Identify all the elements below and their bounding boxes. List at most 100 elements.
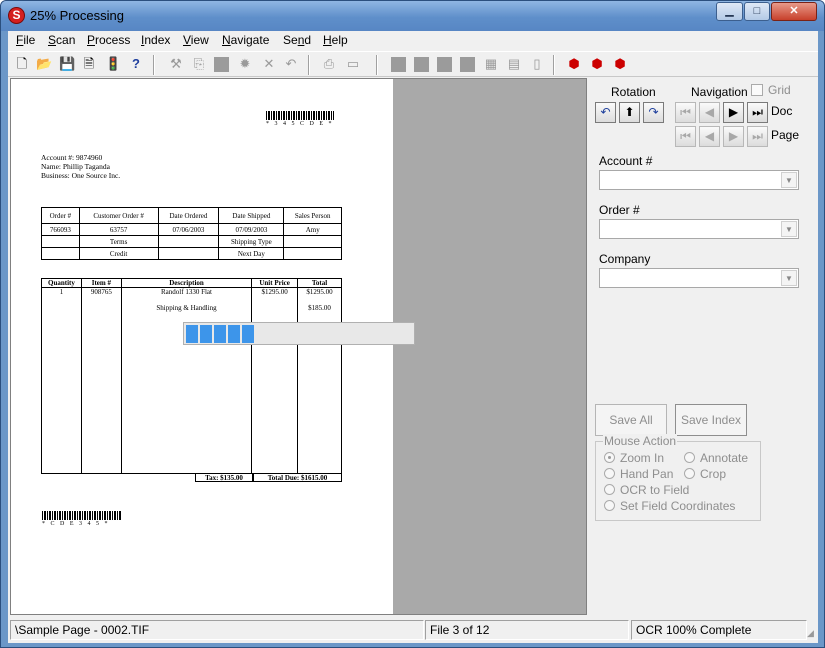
- doc-last-button[interactable]: ⏭: [747, 102, 768, 123]
- title-bar[interactable]: S 25% Processing ▁ □ ✕: [1, 1, 824, 31]
- menu-help[interactable]: Help: [323, 33, 348, 47]
- menu-process[interactable]: Process: [87, 33, 130, 47]
- radio-annotate[interactable]: Annotate: [684, 451, 748, 465]
- document-page: * 3 4 5 C D E * Account #: 9874960 Name:…: [11, 79, 415, 614]
- menu-index[interactable]: Index: [141, 33, 170, 47]
- list-view-icon[interactable]: ▤: [506, 56, 522, 72]
- properties-icon[interactable]: 🗎: [81, 56, 97, 72]
- cell: 766093: [41, 223, 80, 236]
- close-button[interactable]: ✕: [771, 2, 817, 21]
- company-label: Company: [599, 252, 651, 266]
- terms-value: Credit: [78, 247, 159, 260]
- new-document-icon[interactable]: 🗋: [14, 56, 30, 72]
- undo-icon[interactable]: ↶: [283, 56, 299, 72]
- item-cell: 908765: [80, 287, 122, 474]
- app-logo-icon: S: [8, 7, 25, 24]
- shipping-value: Next Day: [218, 247, 285, 260]
- col-header: Total: [297, 278, 342, 288]
- toolbar-separator: [376, 55, 378, 75]
- barcode-top: [266, 111, 334, 120]
- delete-x-icon[interactable]: ✕: [261, 56, 277, 72]
- help-icon[interactable]: ?: [128, 56, 144, 72]
- print-icon[interactable]: ⎙: [321, 56, 337, 72]
- scanner-icon[interactable]: ▭: [345, 56, 361, 72]
- col-header: Item #: [80, 278, 122, 288]
- progress-segment: [200, 325, 212, 343]
- rotate-left-button[interactable]: ↶: [595, 102, 616, 123]
- mouse-action-title: Mouse Action: [603, 434, 678, 448]
- menu-scan[interactable]: Scan: [48, 33, 75, 47]
- minimize-button[interactable]: ▁: [716, 2, 743, 21]
- company-combo[interactable]: ▼: [599, 268, 799, 288]
- toolbar-separator: [153, 55, 155, 75]
- save-all-button[interactable]: Save All: [595, 404, 667, 436]
- radio-ocr-to-field[interactable]: OCR to Field: [604, 483, 689, 497]
- stop-icon[interactable]: [214, 57, 229, 72]
- page-next-button[interactable]: ▶: [723, 126, 744, 147]
- order-header-table: Order # Customer Order # Date Ordered Da…: [41, 207, 342, 260]
- send-red-2-icon[interactable]: ⬢: [589, 56, 605, 72]
- page-first-button[interactable]: ⏮: [675, 126, 696, 147]
- barcode-bottom-text: * C D E 3 4 5 *: [42, 521, 110, 527]
- menu-navigate[interactable]: Navigate: [222, 33, 269, 47]
- radio-zoom-in[interactable]: Zoom In: [604, 451, 664, 465]
- layout-2-icon[interactable]: [414, 57, 429, 72]
- grid-checkbox[interactable]: Grid: [751, 83, 791, 97]
- save-index-button[interactable]: Save Index: [675, 404, 747, 436]
- radio-hand-pan[interactable]: Hand Pan: [604, 467, 673, 481]
- page-icon[interactable]: ▯: [529, 56, 545, 72]
- rotate-right-button[interactable]: ↷: [643, 102, 664, 123]
- radio-set-field-coordinates[interactable]: Set Field Coordinates: [604, 499, 735, 513]
- save-disk-icon[interactable]: 💾: [59, 56, 75, 72]
- progress-segment: [214, 325, 226, 343]
- client-area: File Scan Process Index View Navigate Se…: [8, 31, 818, 643]
- radio-crop[interactable]: Crop: [684, 467, 726, 481]
- business-line: Business: One Source Inc.: [41, 171, 121, 180]
- open-folder-icon[interactable]: 📂: [36, 56, 52, 72]
- order-combo[interactable]: ▼: [599, 219, 799, 239]
- layout-3-icon[interactable]: [437, 57, 452, 72]
- chevron-down-icon[interactable]: ▼: [781, 270, 797, 286]
- doc-first-button[interactable]: ⏮: [675, 102, 696, 123]
- status-ocr: OCR 100% Complete: [631, 620, 807, 640]
- send-red-1-icon[interactable]: ⬢: [566, 56, 582, 72]
- rotation-label: Rotation: [611, 85, 656, 99]
- account-label: Account #: [599, 154, 653, 168]
- layout-4-icon[interactable]: [460, 57, 475, 72]
- grid-view-icon[interactable]: ▦: [483, 56, 499, 72]
- layout-1-icon[interactable]: [391, 57, 406, 72]
- image-viewer[interactable]: * 3 4 5 C D E * Account #: 9874960 Name:…: [10, 78, 587, 615]
- customer-info: Account #: 9874960 Name: Phillip Taganda…: [41, 153, 120, 180]
- maximize-button[interactable]: □: [744, 2, 770, 21]
- traffic-light-icon[interactable]: 🚦: [105, 56, 121, 72]
- resize-grip-icon[interactable]: ◢: [807, 628, 817, 640]
- unit-cell: $1295.00: [251, 287, 299, 474]
- magic-wand-icon[interactable]: ⚒: [168, 56, 184, 72]
- account-combo[interactable]: ▼: [599, 170, 799, 190]
- page-prev-button[interactable]: ◀: [699, 126, 720, 147]
- index-panel: Rotation Navigation Grid ↶ ⬆ ↷ ⏮ ◀ ▶ ⏭ D…: [591, 78, 816, 615]
- status-file-count: File 3 of 12: [425, 620, 629, 640]
- mouse-action-group: Mouse Action Zoom In Annotate Hand Pan C…: [595, 434, 761, 521]
- total-due-box: Total Due: $1615.00: [253, 473, 342, 482]
- page-last-button[interactable]: ⏭: [747, 126, 768, 147]
- chevron-down-icon[interactable]: ▼: [781, 221, 797, 237]
- doc-nav-label: Doc: [771, 104, 793, 118]
- name-line: Name: Phillip Taganda: [41, 162, 110, 171]
- toolbar: 🗋 📂 💾 🗎 🚦 ? ⚒ ⎘ ✹ ✕ ↶ ⎙ ▭ ▦ ▤ ▯ ⬢ ⬢ ⬢: [8, 51, 818, 77]
- window-title: 25% Processing: [30, 8, 124, 23]
- menu-file[interactable]: File: [16, 33, 35, 47]
- send-red-3-icon[interactable]: ⬢: [612, 56, 628, 72]
- doc-next-button[interactable]: ▶: [723, 102, 744, 123]
- order-label: Order #: [599, 203, 640, 217]
- settings-gear-icon[interactable]: ✹: [237, 56, 253, 72]
- chevron-down-icon[interactable]: ▼: [781, 172, 797, 188]
- cell: 63757: [78, 223, 159, 236]
- copy-icon[interactable]: ⎘: [191, 56, 207, 72]
- doc-prev-button[interactable]: ◀: [699, 102, 720, 123]
- cell: [41, 235, 80, 248]
- menu-view[interactable]: View: [183, 33, 209, 47]
- rotate-up-button[interactable]: ⬆: [619, 102, 640, 123]
- menu-send[interactable]: Send: [283, 33, 311, 47]
- toolbar-separator: [308, 55, 310, 75]
